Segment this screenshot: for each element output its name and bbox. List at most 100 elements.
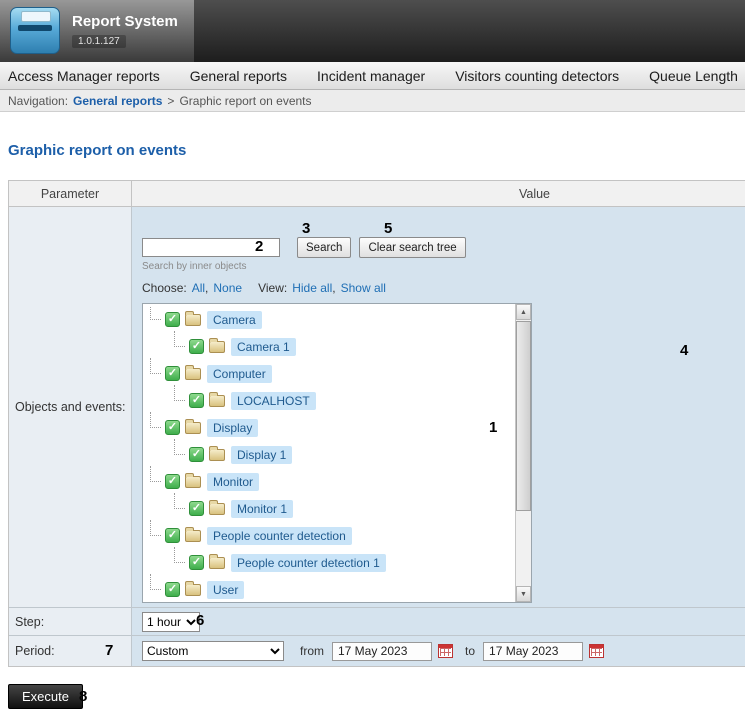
tree-node-label[interactable]: Computer [207, 365, 272, 383]
value-column-header: Value [132, 181, 745, 206]
objects-and-events-label: Objects and events: [9, 207, 132, 607]
folder-icon [209, 503, 225, 515]
comma: , [332, 281, 335, 295]
scroll-thumb[interactable] [516, 321, 531, 511]
folder-icon [209, 341, 225, 353]
to-date-input[interactable] [483, 642, 583, 661]
menu-item-visitors-counting-detectors[interactable]: Visitors counting detectors [455, 68, 619, 84]
folder-icon [209, 395, 225, 407]
tree-node-label[interactable]: LOCALHOST [231, 392, 316, 410]
menu-bar: Access Manager reports General reports Inc… [0, 62, 745, 90]
checkbox-checked-icon[interactable] [189, 447, 204, 462]
objects-and-events-value: Search Clear search tree Search by inner… [132, 207, 745, 607]
breadcrumb-prefix: Navigation: [8, 94, 68, 108]
callout-7: 7 [105, 642, 113, 659]
tree-node[interactable]: Camera [144, 306, 514, 333]
tree-node[interactable]: LOCALHOST [144, 387, 514, 414]
tree-connector-line [150, 306, 161, 320]
tree-node-label[interactable]: Camera 1 [231, 338, 296, 356]
object-tree: Camera Camera 1 Computer LOCALHOST Display Di… [142, 303, 532, 603]
app-version: 1.0.1.127 [72, 35, 126, 48]
checkbox-checked-icon[interactable] [165, 312, 180, 327]
tree-node[interactable]: Camera 1 [144, 333, 514, 360]
breadcrumb-current: Graphic report on events [179, 94, 311, 108]
tree-node[interactable]: Computer [144, 360, 514, 387]
clear-search-tree-button[interactable]: Clear search tree [359, 237, 465, 258]
choose-label: Choose: [142, 281, 187, 295]
callout-4: 4 [680, 342, 688, 359]
checkbox-checked-icon[interactable] [165, 366, 180, 381]
tree-node-label[interactable]: Monitor [207, 473, 259, 491]
tree-node-label[interactable]: People counter detection [207, 527, 352, 545]
choose-view-line: Choose: All, None View: Hide all, Show a… [142, 281, 745, 295]
step-select[interactable]: 1 hour [142, 612, 200, 632]
view-show-all-link[interactable]: Show all [341, 281, 386, 295]
to-label: to [465, 644, 475, 658]
table-header-row: Parameter Value [9, 181, 745, 207]
step-value-cell: 1 hour [132, 608, 745, 635]
from-date-input[interactable] [332, 642, 432, 661]
tree-node[interactable]: Monitor [144, 468, 514, 495]
tree-node[interactable]: People counter detection 1 [144, 549, 514, 576]
tree-node[interactable]: Display [144, 414, 514, 441]
checkbox-checked-icon[interactable] [165, 474, 180, 489]
tree-connector-line [174, 385, 185, 401]
checkbox-checked-icon[interactable] [165, 420, 180, 435]
breadcrumb-link-general-reports[interactable]: General reports [73, 94, 162, 108]
scroll-down-icon[interactable] [516, 586, 531, 602]
menu-item-access-manager-reports[interactable]: Access Manager reports [8, 68, 160, 84]
tree-node-label[interactable]: Display [207, 419, 258, 437]
folder-icon [185, 584, 201, 596]
view-hide-all-link[interactable]: Hide all [292, 281, 332, 295]
checkbox-checked-icon[interactable] [165, 582, 180, 597]
tree-connector-line [150, 358, 161, 374]
tree-node[interactable]: Monitor 1 [144, 495, 514, 522]
menu-item-queue-length[interactable]: Queue Length [649, 68, 738, 84]
folder-icon [209, 557, 225, 569]
tree-node[interactable]: People counter detection [144, 522, 514, 549]
checkbox-checked-icon[interactable] [189, 555, 204, 570]
page-title: Graphic report on events [8, 142, 186, 159]
search-button[interactable]: Search [297, 237, 351, 258]
tree-connector-line [174, 331, 185, 347]
tree-node[interactable]: User [144, 576, 514, 602]
search-hint: Search by inner objects [142, 261, 745, 272]
page: Report System 1.0.1.127 Access Manager r… [0, 0, 745, 716]
callout-1: 1 [489, 419, 497, 436]
callout-3: 3 [302, 220, 310, 237]
callout-6: 6 [196, 612, 204, 629]
folder-icon [185, 530, 201, 542]
tree-scrollbar[interactable] [515, 304, 531, 602]
tree-node-label[interactable]: Camera [207, 311, 262, 329]
tree-node[interactable]: Display 1 [144, 441, 514, 468]
folder-icon [185, 314, 201, 326]
search-row: Search Clear search tree [142, 237, 745, 258]
period-select[interactable]: Custom [142, 641, 284, 661]
folder-icon [185, 476, 201, 488]
tree-node-label[interactable]: User [207, 581, 244, 599]
from-calendar-icon[interactable] [438, 644, 453, 658]
menu-item-incident-manager[interactable]: Incident manager [317, 68, 425, 84]
tree-connector-line [150, 520, 161, 536]
checkbox-checked-icon[interactable] [189, 393, 204, 408]
tree-node-label[interactable]: Display 1 [231, 446, 292, 464]
menu-item-general-reports[interactable]: General reports [190, 68, 287, 84]
tree-node-label[interactable]: People counter detection 1 [231, 554, 386, 572]
folder-icon [185, 422, 201, 434]
checkbox-checked-icon[interactable] [189, 501, 204, 516]
tree-node-label[interactable]: Monitor 1 [231, 500, 293, 518]
app-logo-icon [10, 7, 60, 54]
app-header: Report System 1.0.1.127 [0, 0, 745, 62]
checkbox-checked-icon[interactable] [189, 339, 204, 354]
objects-and-events-row: Objects and events: Search Clear search … [9, 207, 745, 608]
callout-2: 2 [255, 238, 263, 255]
period-value-cell: Custom from to [132, 636, 745, 666]
comma: , [205, 281, 208, 295]
report-parameters-table: Parameter Value Objects and events: Sear… [8, 180, 745, 667]
choose-all-link[interactable]: All [192, 281, 205, 295]
choose-none-link[interactable]: None [213, 281, 242, 295]
execute-button[interactable]: Execute [8, 684, 83, 709]
scroll-up-icon[interactable] [516, 304, 531, 320]
to-calendar-icon[interactable] [589, 644, 604, 658]
checkbox-checked-icon[interactable] [165, 528, 180, 543]
